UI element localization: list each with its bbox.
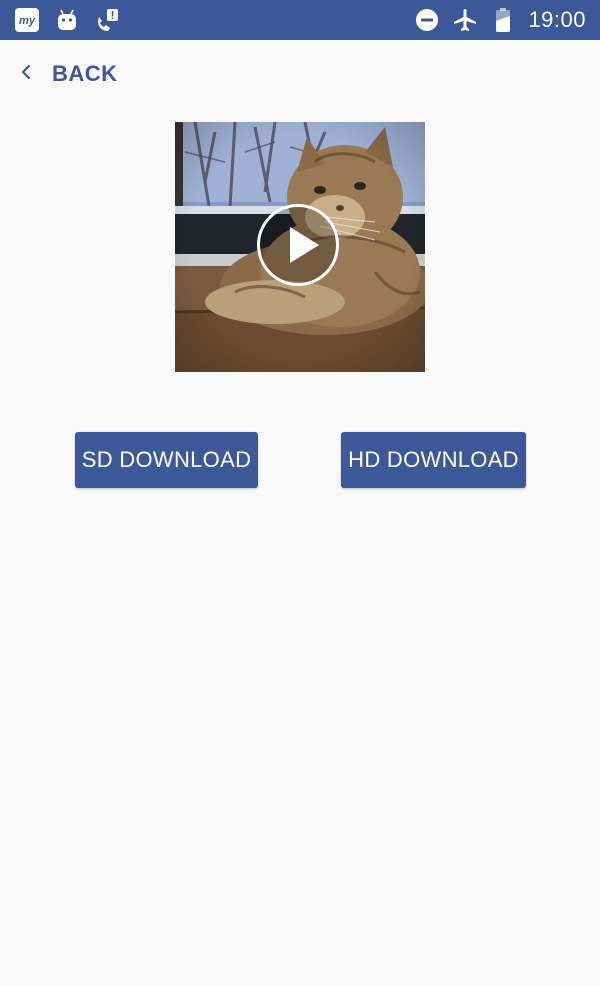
play-button[interactable]: [257, 204, 339, 286]
sd-download-button[interactable]: SD DOWNLOAD: [75, 432, 258, 488]
status-bar-system: 19:00: [414, 0, 586, 40]
status-bar: my 19:00: [0, 0, 600, 40]
chevron-left-icon: [14, 60, 38, 89]
back-label: BACK: [52, 61, 118, 86]
hd-download-button[interactable]: HD DOWNLOAD: [341, 432, 526, 488]
myapp-notification-icon: my: [14, 7, 40, 33]
back-button[interactable]: BACK: [14, 54, 118, 94]
video-thumbnail[interactable]: [175, 122, 425, 372]
play-icon: [290, 227, 319, 263]
android-robot-icon: [54, 7, 80, 33]
battery-icon: [490, 7, 516, 33]
missed-call-icon: [94, 7, 120, 33]
airplane-mode-icon: [452, 7, 478, 33]
svg-text:my: my: [19, 15, 36, 27]
status-bar-time: 19:00: [528, 7, 586, 32]
do-not-disturb-icon: [414, 7, 440, 33]
status-bar-notifications: my: [14, 0, 120, 40]
